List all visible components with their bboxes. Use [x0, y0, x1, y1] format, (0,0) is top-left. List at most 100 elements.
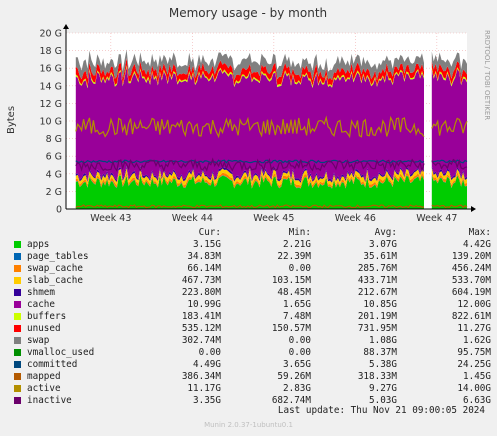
legend-min: 0.00 — [288, 263, 311, 274]
legend-swatch — [14, 325, 21, 332]
x-tick-label: Week 45 — [253, 213, 294, 224]
legend: Cur: Min: Avg: Max: apps 3.15G 2.21G 3.07G 4… — [12, 227, 492, 407]
header-avg: Avg: — [374, 227, 397, 238]
legend-row-unused: unused 535.12M 150.57M 731.95M 11.27G — [12, 323, 492, 335]
header-max: Max: — [468, 227, 491, 238]
legend-swatch — [14, 301, 21, 308]
x-tick-label: Week 47 — [416, 213, 457, 224]
legend-avg: 285.76M — [357, 263, 397, 274]
y-axis-arrow — [63, 24, 69, 29]
legend-swatch — [14, 253, 21, 260]
legend-name: swap_cache — [27, 263, 83, 274]
legend-name: swap — [27, 335, 50, 346]
legend-min: 0.00 — [288, 335, 311, 346]
legend-swatch — [14, 373, 21, 380]
legend-row-vmalloc-used: vmalloc_used 0.00 0.00 88.37M 95.75M — [12, 347, 492, 359]
legend-cur: 535.12M — [181, 323, 221, 334]
x-tick-label: Week 43 — [90, 213, 131, 224]
legend-swatch — [14, 397, 21, 404]
y-tick-label: 14 G — [40, 81, 62, 92]
y-tick-label: 18 G — [40, 46, 62, 57]
y-tick-label: 6 G — [46, 152, 62, 163]
legend-max: 456.24M — [451, 263, 491, 274]
legend-min: 22.39M — [277, 251, 311, 262]
legend-max: 1.45G — [463, 371, 491, 382]
legend-max: 604.19M — [451, 287, 491, 298]
chart-title: Memory usage - by month — [169, 6, 327, 20]
legend-max: 1.62G — [463, 335, 491, 346]
legend-min: 0.00 — [288, 347, 311, 358]
legend-cur: 3.15G — [193, 239, 221, 250]
legend-avg: 318.33M — [357, 371, 397, 382]
legend-cur: 4.49G — [193, 359, 221, 370]
legend-name: page_tables — [27, 251, 89, 262]
legend-avg: 35.61M — [363, 251, 397, 262]
y-tick-label: 12 G — [40, 99, 62, 110]
legend-header: Cur: Min: Avg: Max: — [12, 227, 492, 239]
legend-name: inactive — [27, 395, 72, 406]
legend-avg: 9.27G — [369, 383, 397, 394]
legend-name: cache — [27, 299, 55, 310]
legend-cur: 10.99G — [187, 299, 221, 310]
munin-version: Munin 2.0.37-1ubuntu0.1 — [204, 421, 293, 429]
x-axis-arrow — [471, 206, 476, 212]
legend-swatch — [14, 277, 21, 284]
legend-cur: 386.34M — [181, 371, 221, 382]
legend-cur: 467.73M — [181, 275, 221, 286]
y-tick-label: 2 G — [46, 187, 62, 198]
legend-cur: 223.80M — [181, 287, 221, 298]
legend-max: 95.75M — [457, 347, 491, 358]
y-tick-label: 4 G — [46, 169, 62, 180]
legend-min: 103.15M — [271, 275, 311, 286]
legend-max: 11.27G — [457, 323, 491, 334]
y-tick-label: 0 — [56, 205, 62, 216]
legend-max: 24.25G — [457, 359, 491, 370]
legend-row-swap-cache: swap_cache 66.14M 0.00 285.76M 456.24M — [12, 263, 492, 275]
legend-swatch — [14, 337, 21, 344]
legend-row-apps: apps 3.15G 2.21G 3.07G 4.42G — [12, 239, 492, 251]
legend-row-slab-cache: slab_cache 467.73M 103.15M 433.71M 533.70M — [12, 275, 492, 287]
legend-row-active: active 11.17G 2.83G 9.27G 14.00G — [12, 383, 492, 395]
legend-min: 2.21G — [283, 239, 311, 250]
legend-name: vmalloc_used — [27, 347, 95, 358]
legend-name: slab_cache — [27, 275, 83, 286]
legend-swatch — [14, 361, 21, 368]
legend-swatch — [14, 385, 21, 392]
legend-max: 139.20M — [451, 251, 491, 262]
legend-swatch — [14, 241, 21, 248]
x-tick-label: Week 44 — [172, 213, 213, 224]
memory-chart: Memory usage - by month Bytes RRDTOOL / … — [6, 6, 491, 224]
y-axis-label: Bytes — [6, 106, 17, 134]
legend-min: 1.65G — [283, 299, 311, 310]
legend-min: 7.48M — [283, 311, 311, 322]
legend-avg: 212.67M — [357, 287, 397, 298]
legend-cur: 183.41M — [181, 311, 221, 322]
legend-min: 48.45M — [277, 287, 311, 298]
legend-swatch — [14, 289, 21, 296]
y-tick-label: 20 G — [40, 29, 62, 40]
legend-row-page-tables: page_tables 34.83M 22.39M 35.61M 139.20M — [12, 251, 492, 263]
legend-avg: 3.07G — [369, 239, 397, 250]
legend-cur: 3.35G — [193, 395, 221, 406]
legend-name: apps — [27, 239, 50, 250]
legend-row-shmem: shmem 223.80M 48.45M 212.67M 604.19M — [12, 287, 492, 299]
legend-cur: 302.74M — [181, 335, 221, 346]
legend-min: 2.83G — [283, 383, 311, 394]
legend-row-swap: swap 302.74M 0.00 1.08G 1.62G — [12, 335, 492, 347]
header-cur: Cur: — [198, 227, 221, 238]
legend-row-buffers: buffers 183.41M 7.48M 201.19M 822.61M — [12, 311, 492, 323]
legend-row-committed: committed 4.49G 3.65G 5.38G 24.25G — [12, 359, 492, 371]
legend-max: 14.00G — [457, 383, 491, 394]
legend-swatch — [14, 265, 21, 272]
y-tick-label: 8 G — [46, 134, 62, 145]
legend-min: 59.26M — [277, 371, 311, 382]
legend-name: mapped — [27, 371, 61, 382]
legend-swatch — [14, 349, 21, 356]
legend-row-mapped: mapped 386.34M 59.26M 318.33M 1.45G — [12, 371, 492, 383]
legend-avg: 201.19M — [357, 311, 397, 322]
legend-max: 822.61M — [451, 311, 491, 322]
legend-avg: 88.37M — [363, 347, 397, 358]
y-tick-label: 16 G — [40, 64, 62, 75]
legend-swatch — [14, 313, 21, 320]
legend-max: 12.00G — [457, 299, 491, 310]
